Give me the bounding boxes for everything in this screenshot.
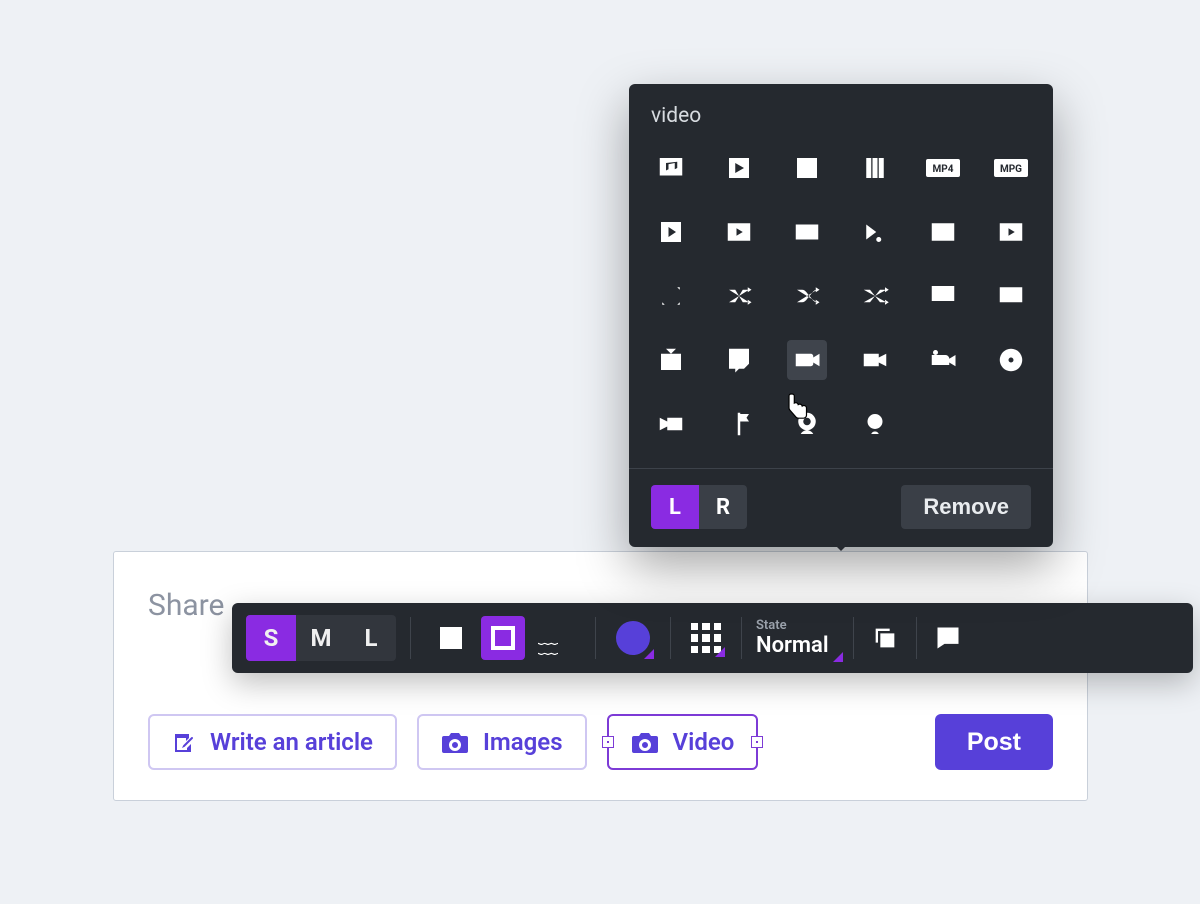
shuffle-1-icon[interactable] [719,276,759,316]
comment-button[interactable] [931,621,965,655]
state-dropdown[interactable]: State Normal [756,618,839,658]
fill-solid-button[interactable] [429,616,473,660]
share-actions-row: Write an article Images Video Post [148,714,1053,770]
popover-footer: L R Remove [651,485,1031,529]
twitch-icon[interactable] [719,340,759,380]
camcorder-icon[interactable] [855,340,895,380]
shuffle-2-icon[interactable] [787,276,827,316]
style-group: ﹏﹏ [425,603,581,673]
toolbar-separator [410,617,411,659]
images-label: Images [483,728,563,756]
state-value: Normal [756,633,829,658]
icon-align-right[interactable]: R [699,485,747,529]
popover-title: video [651,104,1031,128]
shuffle-3-icon[interactable] [855,276,895,316]
camcorder-left-icon[interactable] [651,404,691,444]
write-article-button[interactable]: Write an article [148,714,397,770]
camera-icon [441,731,467,753]
play-solid-icon[interactable] [719,148,759,188]
video-label: Video [673,728,735,756]
compose-icon [172,731,194,753]
icon-align-toggle: L R [651,485,747,529]
play-forward-icon[interactable] [855,212,895,252]
toolbar-separator [916,617,917,659]
toolbar-separator [595,617,596,659]
icon-picker-button[interactable] [691,623,721,653]
video-camera-icon[interactable] [787,340,827,380]
monitor-icon[interactable] [991,276,1031,316]
floating-toolbar: S M L ﹏﹏ State Normal [232,603,1193,673]
video-camera-alt-icon[interactable] [923,340,963,380]
size-m[interactable]: M [296,615,346,661]
toolbar-separator [670,617,671,659]
write-article-label: Write an article [210,728,373,756]
size-s[interactable]: S [246,615,296,661]
svg-text:MP4: MP4 [933,164,954,175]
mpg-badge-icon[interactable]: MPG [991,148,1031,188]
film-columns-icon[interactable] [855,148,895,188]
film-icon[interactable] [787,148,827,188]
fill-outline-button[interactable] [481,616,525,660]
duplicate-button[interactable] [868,621,902,655]
mp4-badge-icon[interactable]: MP4 [923,148,963,188]
icon-align-left[interactable]: L [651,485,699,529]
svg-text:MPG: MPG [1000,164,1022,175]
desktop-icon[interactable] [923,276,963,316]
size-l[interactable]: L [346,615,396,661]
music-note-icon[interactable] [651,148,691,188]
webcam-alt-icon[interactable] [855,404,895,444]
video-button[interactable]: Video [607,714,759,770]
color-picker[interactable] [616,621,650,655]
post-button[interactable]: Post [935,714,1053,770]
icon-picker-popover: video MP4 MPG L R Remove [629,84,1053,547]
video-frame-play-icon[interactable] [991,212,1031,252]
webcam-icon[interactable] [787,404,827,444]
play-square-alt-icon[interactable] [719,212,759,252]
camera-icon [631,731,657,753]
shuffle-x-icon[interactable] [651,276,691,316]
play-square-icon[interactable] [651,212,691,252]
disc-icon[interactable] [991,340,1031,380]
video-frame-icon[interactable] [923,212,963,252]
resize-handle-right[interactable] [751,736,763,748]
tv-retro-icon[interactable] [651,340,691,380]
wave-icon: ﹏﹏ [538,631,572,645]
toolbar-separator [853,617,854,659]
flag-pin-icon[interactable] [719,404,759,444]
remove-icon-button[interactable]: Remove [901,485,1031,529]
share-card: Share Write an article Images Video Post [113,551,1088,801]
size-group: S M L [246,603,396,673]
filmstrip-icon[interactable] [787,212,827,252]
popover-separator [629,468,1053,469]
state-label: State [756,618,829,633]
fill-wavy-button[interactable]: ﹏﹏ [533,616,577,660]
images-button[interactable]: Images [417,714,587,770]
icon-grid: MP4 MPG [651,144,1031,458]
toolbar-separator [741,617,742,659]
resize-handle-left[interactable] [602,736,614,748]
